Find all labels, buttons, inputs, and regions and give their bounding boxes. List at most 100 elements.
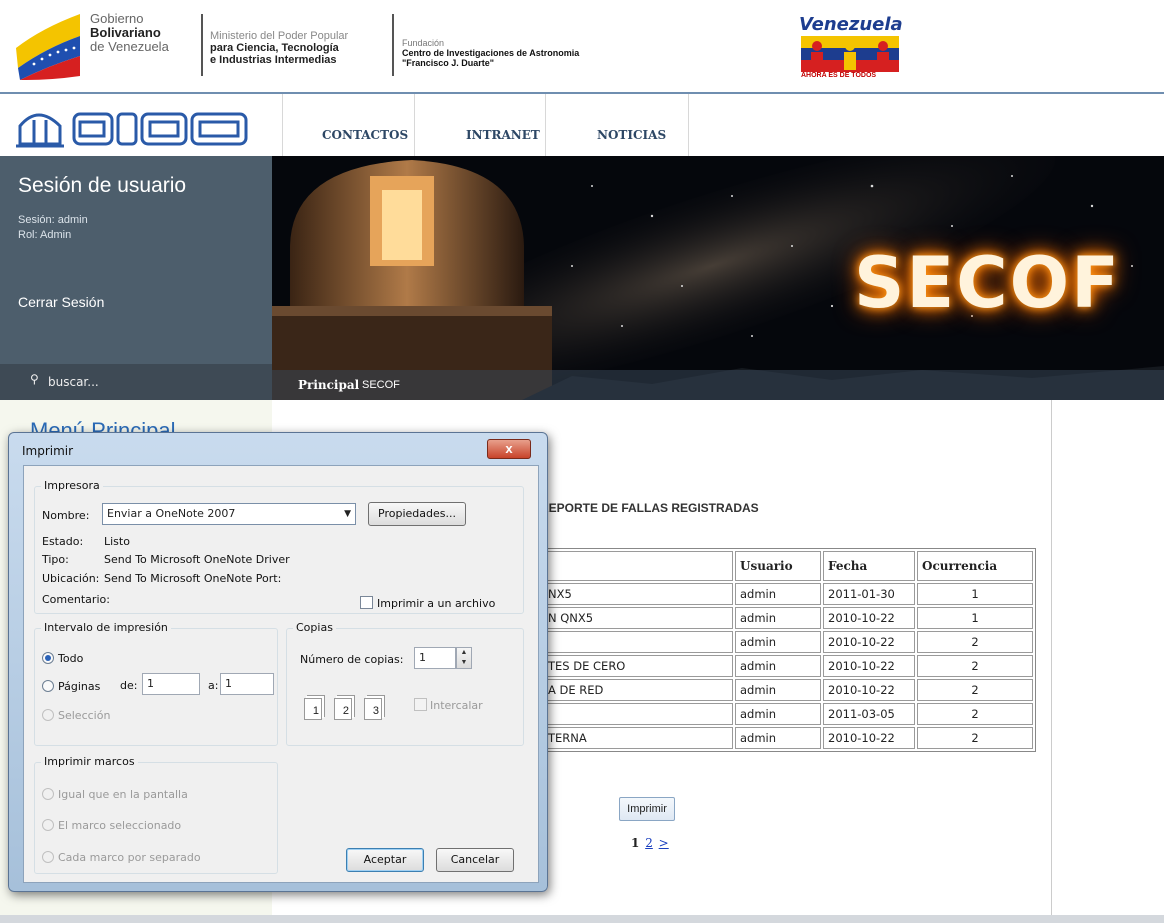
range-pages-radio[interactable] — [42, 680, 54, 692]
copies-count-label: Número de copias: — [300, 653, 404, 666]
session-user: Sesión: admin — [18, 214, 88, 226]
search-icon: ⚲ — [30, 372, 39, 386]
nav-divider — [282, 94, 283, 158]
printer-name-select[interactable]: Enviar a OneNote 2007 ▼ — [102, 503, 356, 525]
cell-desc: N QNX5 — [543, 607, 733, 629]
type-label: Tipo: — [42, 553, 69, 566]
comment-label: Comentario: — [42, 593, 110, 606]
collate-page-icon: 1 — [304, 698, 322, 720]
collate-page-icon: 2 — [334, 698, 352, 720]
fundacion-text: Fundación Centro de Investigaciones de A… — [402, 38, 580, 68]
session-role: Rol: Admin — [18, 229, 72, 241]
column-header: Usuario — [735, 551, 821, 581]
frames-selected-radio[interactable] — [42, 819, 54, 831]
cell-desc: TERNA — [543, 727, 733, 749]
nav-intranet[interactable]: INTRANET — [466, 128, 540, 142]
nav-divider — [545, 94, 546, 158]
copies-group: Copias — [286, 621, 524, 746]
faults-table: Usuario Fecha Ocurrencia NX5 admin 2011-01… — [540, 548, 1036, 752]
cell-date: 2011-01-30 — [823, 583, 915, 605]
printer-name-value: Enviar a OneNote 2007 — [107, 507, 236, 520]
range-group-label: Intervalo de impresión — [41, 621, 171, 634]
cell-desc: A DE RED — [543, 679, 733, 701]
printer-name-label: Nombre: — [42, 509, 90, 522]
column-header: Ocurrencia — [917, 551, 1033, 581]
print-dialog: Imprimir x Impresora Nombre: Enviar a On… — [8, 432, 548, 892]
cell-count: 2 — [917, 703, 1033, 725]
close-button[interactable]: x — [487, 439, 531, 459]
search-input[interactable]: buscar... — [48, 375, 99, 389]
location-value: Send To Microsoft OneNote Port: — [104, 572, 282, 585]
cell-date: 2010-10-22 — [823, 607, 915, 629]
print-report-button[interactable]: Imprimir — [619, 797, 675, 821]
breadcrumb-principal[interactable]: Principal — [298, 378, 359, 392]
copies-group-label: Copias — [293, 621, 336, 634]
to-input[interactable]: 1 — [220, 673, 274, 695]
collate-label: Intercalar — [430, 699, 483, 712]
cell-user: admin — [735, 727, 821, 749]
divider — [392, 14, 394, 76]
venezuela-logo: Venezuela AHORA ES DE TODOS — [799, 14, 903, 79]
page-2-link[interactable]: 2 — [645, 836, 653, 850]
to-label: a: — [208, 679, 219, 692]
nav-noticias[interactable]: NOTICIAS — [597, 128, 666, 142]
search-bar[interactable]: ⚲ buscar... — [0, 364, 272, 400]
printer-group-label: Impresora — [41, 479, 103, 492]
frames-separate-label: Cada marco por separado — [58, 851, 201, 864]
pagination: 1 2 > — [631, 836, 669, 850]
table-row: admin 2010-10-22 2 — [543, 631, 1033, 653]
cida-logo[interactable] — [14, 100, 254, 152]
print-to-file-label: Imprimir a un archivo — [377, 597, 496, 610]
table-row: N QNX5 admin 2010-10-22 1 — [543, 607, 1033, 629]
nav-contactos[interactable]: CONTACTOS — [322, 128, 408, 142]
hero-banner: SECOF — [272, 156, 1164, 400]
cancel-button[interactable]: Cancelar — [436, 848, 514, 872]
government-header: Gobierno Bolivariano de Venezuela Minist… — [0, 0, 1164, 92]
cell-date: 2011-03-05 — [823, 703, 915, 725]
print-to-file-checkbox[interactable] — [360, 596, 373, 609]
from-label: de: — [120, 679, 138, 692]
column-header — [543, 551, 733, 581]
cell-desc — [543, 631, 733, 653]
properties-button[interactable]: Propiedades... — [368, 502, 466, 526]
dialog-body: Impresora Nombre: Enviar a OneNote 2007 … — [23, 465, 539, 883]
status-label: Estado: — [42, 535, 84, 548]
report-title: REPORTE DE FALLAS REGISTRADAS — [540, 501, 759, 515]
cell-user: admin — [735, 679, 821, 701]
breadcrumb-current: SECOF — [362, 379, 400, 391]
venezuela-flag-logo — [16, 14, 80, 80]
cell-date: 2010-10-22 — [823, 655, 915, 677]
next-page-link[interactable]: > — [659, 836, 669, 850]
copies-count-input[interactable]: 1 — [414, 647, 456, 669]
collate-page-icon: 3 — [364, 698, 382, 720]
range-pages-label: Páginas — [58, 680, 101, 693]
range-selection-radio[interactable] — [42, 709, 54, 721]
column-header: Fecha — [823, 551, 915, 581]
cell-count: 1 — [917, 583, 1033, 605]
cell-user: admin — [735, 607, 821, 629]
from-input[interactable]: 1 — [142, 673, 200, 695]
cell-count: 2 — [917, 631, 1033, 653]
cell-count: 2 — [917, 727, 1033, 749]
table-row: A DE RED admin 2010-10-22 2 — [543, 679, 1033, 701]
frames-selected-label: El marco seleccionado — [58, 819, 182, 832]
cell-user: admin — [735, 583, 821, 605]
collate-checkbox[interactable] — [414, 698, 427, 711]
frames-same-label: Igual que en la pantalla — [58, 788, 188, 801]
status-value: Listo — [104, 535, 130, 548]
frames-separate-radio[interactable] — [42, 851, 54, 863]
table-row: TERNA admin 2010-10-22 2 — [543, 727, 1033, 749]
table-header-row: Usuario Fecha Ocurrencia — [543, 551, 1033, 581]
frames-group-label: Imprimir marcos — [41, 755, 138, 768]
nav-divider — [688, 94, 689, 158]
copies-spinner[interactable]: ▲ ▼ — [456, 647, 472, 669]
ok-button[interactable]: Aceptar — [346, 848, 424, 872]
cell-desc: NX5 — [543, 583, 733, 605]
cell-desc: TES DE CERO — [543, 655, 733, 677]
range-all-radio[interactable] — [42, 652, 54, 664]
logout-link[interactable]: Cerrar Sesión — [18, 294, 104, 310]
banner-title: SECOF — [854, 242, 1121, 324]
frames-same-radio[interactable] — [42, 788, 54, 800]
cell-count: 2 — [917, 655, 1033, 677]
table-row: TES DE CERO admin 2010-10-22 2 — [543, 655, 1033, 677]
